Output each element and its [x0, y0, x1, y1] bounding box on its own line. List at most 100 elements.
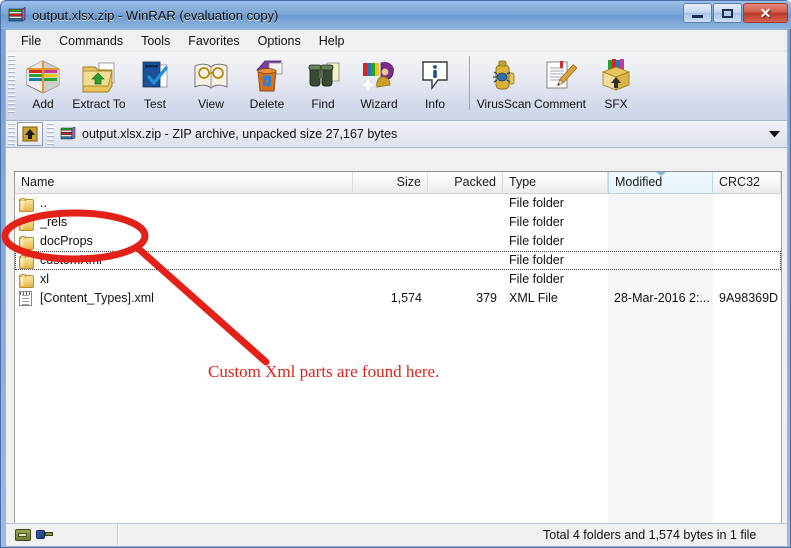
menu-options[interactable]: Options: [249, 32, 310, 50]
cell-packed: 379: [476, 291, 497, 305]
toolbar-sfx-label: SFX: [604, 97, 628, 111]
add-archive-icon: [23, 57, 63, 95]
table-row[interactable]: customXml File folder: [15, 251, 781, 270]
toolbar-extract-to-label: Extract To: [72, 97, 126, 111]
toolbar-wizard-button[interactable]: Wizard: [351, 54, 407, 118]
folder-icon: [19, 272, 35, 288]
address-path[interactable]: output.xlsx.zip - ZIP archive, unpacked …: [60, 126, 765, 142]
folder-icon: [19, 196, 35, 212]
close-button[interactable]: ✕: [743, 3, 788, 23]
column-header-crc32[interactable]: CRC32: [713, 172, 781, 193]
cell-type: File folder: [509, 234, 564, 248]
minimize-icon: [692, 14, 703, 18]
history-dropdown-button[interactable]: [765, 122, 783, 146]
cell-crc32: 9A98369D: [719, 291, 779, 305]
column-header-packed[interactable]: Packed: [428, 172, 503, 193]
column-header-label: CRC32: [719, 175, 760, 189]
status-message-panel: Total 4 folders and 1,574 bytes in 1 fil…: [118, 525, 787, 545]
status-icons-panel: [8, 525, 118, 545]
column-header-label: Modified: [615, 175, 663, 189]
address-field-grip[interactable]: [47, 123, 54, 145]
cell-name: _rels: [15, 213, 353, 232]
status-text: Total 4 folders and 1,574 bytes in 1 fil…: [543, 528, 757, 542]
toolbar-comment-label: Comment: [533, 97, 586, 111]
file-list-rows: .. File folder _rels File folder docProps Fil…: [15, 194, 781, 308]
toolbar-delete-label: Delete: [249, 97, 285, 111]
toolbar-view-label: View: [198, 97, 224, 111]
minimize-button[interactable]: [683, 3, 712, 23]
sort-ascending-icon: [655, 172, 666, 176]
xml-file-icon: [19, 291, 35, 306]
comment-pencil-icon: [540, 57, 580, 95]
toolbar-delete-button[interactable]: Delete: [239, 54, 295, 118]
toolbar-info-button[interactable]: Info: [407, 54, 463, 118]
up-one-level-button[interactable]: [17, 122, 43, 146]
toolbar-info-label: Info: [424, 97, 445, 111]
toolbar: Add Extract To Test View Delete Find Wiz…: [6, 52, 787, 121]
extract-folder-icon: [79, 57, 119, 95]
folder-icon-glyph: [19, 255, 34, 269]
toolbar-comment-button[interactable]: Comment: [532, 54, 588, 118]
winrar-window: output.xlsx.zip - WinRAR (evaluation cop…: [0, 0, 791, 548]
window-controls: ✕: [682, 3, 788, 24]
table-row[interactable]: [Content_Types].xml 1,574 379 XML File 28-Ma…: [15, 289, 781, 308]
delete-recycle-bin-icon: [247, 57, 287, 95]
cell-type: File folder: [509, 196, 564, 210]
table-row[interactable]: docProps File folder: [15, 232, 781, 251]
toolbar-grip[interactable]: [8, 55, 15, 115]
key-icon[interactable]: [36, 529, 53, 541]
table-row[interactable]: .. File folder: [15, 194, 781, 213]
menu-help[interactable]: Help: [310, 32, 354, 50]
cell-size: 1,574: [390, 291, 422, 305]
view-glasses-book-icon: [191, 57, 231, 95]
file-list-header: Name Size Packed Type Modified CRC32: [15, 172, 781, 194]
column-header-modified[interactable]: Modified: [608, 172, 713, 193]
address-bar-grip[interactable]: [8, 123, 15, 145]
folder-icon: [19, 253, 35, 269]
toolbar-add-button[interactable]: Add: [15, 54, 71, 118]
column-header-size[interactable]: Size: [353, 172, 428, 193]
info-balloon-icon: [415, 57, 455, 95]
cell-name-label: customXml: [40, 253, 102, 267]
chevron-down-icon: [768, 131, 780, 138]
toolbar-test-label: Test: [143, 97, 166, 111]
toolbar-wizard-label: Wizard: [360, 97, 398, 111]
file-list[interactable]: Name Size Packed Type Modified CRC32 .. File f…: [14, 171, 782, 537]
folder-icon-glyph: [19, 274, 34, 288]
toolbar-extract-to-button[interactable]: Extract To: [71, 54, 127, 118]
column-header-name[interactable]: Name: [15, 172, 353, 193]
toolbar-virusscan-label: VirusScan: [476, 97, 532, 111]
cell-name-label: ..: [40, 196, 47, 210]
table-row[interactable]: _rels File folder: [15, 213, 781, 232]
menu-file[interactable]: File: [12, 32, 50, 50]
column-header-label: Name: [21, 175, 55, 189]
toolbar-find-label: Find: [311, 97, 335, 111]
table-row[interactable]: xl File folder: [15, 270, 781, 289]
toolbar-sfx-button[interactable]: SFX: [588, 54, 644, 118]
cell-type: File folder: [509, 253, 564, 267]
close-icon: ✕: [759, 5, 772, 21]
cell-name-label: xl: [40, 272, 50, 286]
winrar-books-icon: [8, 6, 26, 24]
toolbar-test-button[interactable]: Test: [127, 54, 183, 118]
folder-icon-glyph: [19, 217, 34, 231]
archive-icon: [60, 126, 76, 142]
toolbar-virusscan-button[interactable]: VirusScan: [476, 54, 532, 118]
status-bar: Total 4 folders and 1,574 bytes in 1 fil…: [5, 523, 788, 547]
column-header-type[interactable]: Type: [503, 172, 608, 193]
menu-commands[interactable]: Commands: [50, 32, 132, 50]
toolbar-find-button[interactable]: Find: [295, 54, 351, 118]
cell-name: ..: [15, 194, 353, 213]
column-header-label: Packed: [454, 175, 496, 189]
find-binoculars-icon: [303, 57, 343, 95]
cell-type: XML File: [509, 291, 558, 305]
drive-icon[interactable]: [15, 529, 31, 541]
menu-favorites[interactable]: Favorites: [179, 32, 248, 50]
toolbar-add-label: Add: [32, 97, 54, 111]
menu-tools[interactable]: Tools: [132, 32, 179, 50]
toolbar-separator: [469, 56, 470, 110]
cell-name-label: docProps: [40, 234, 93, 248]
toolbar-view-button[interactable]: View: [183, 54, 239, 118]
menu-bar: File Commands Tools Favorites Options He…: [6, 30, 787, 52]
maximize-button[interactable]: [713, 3, 742, 23]
